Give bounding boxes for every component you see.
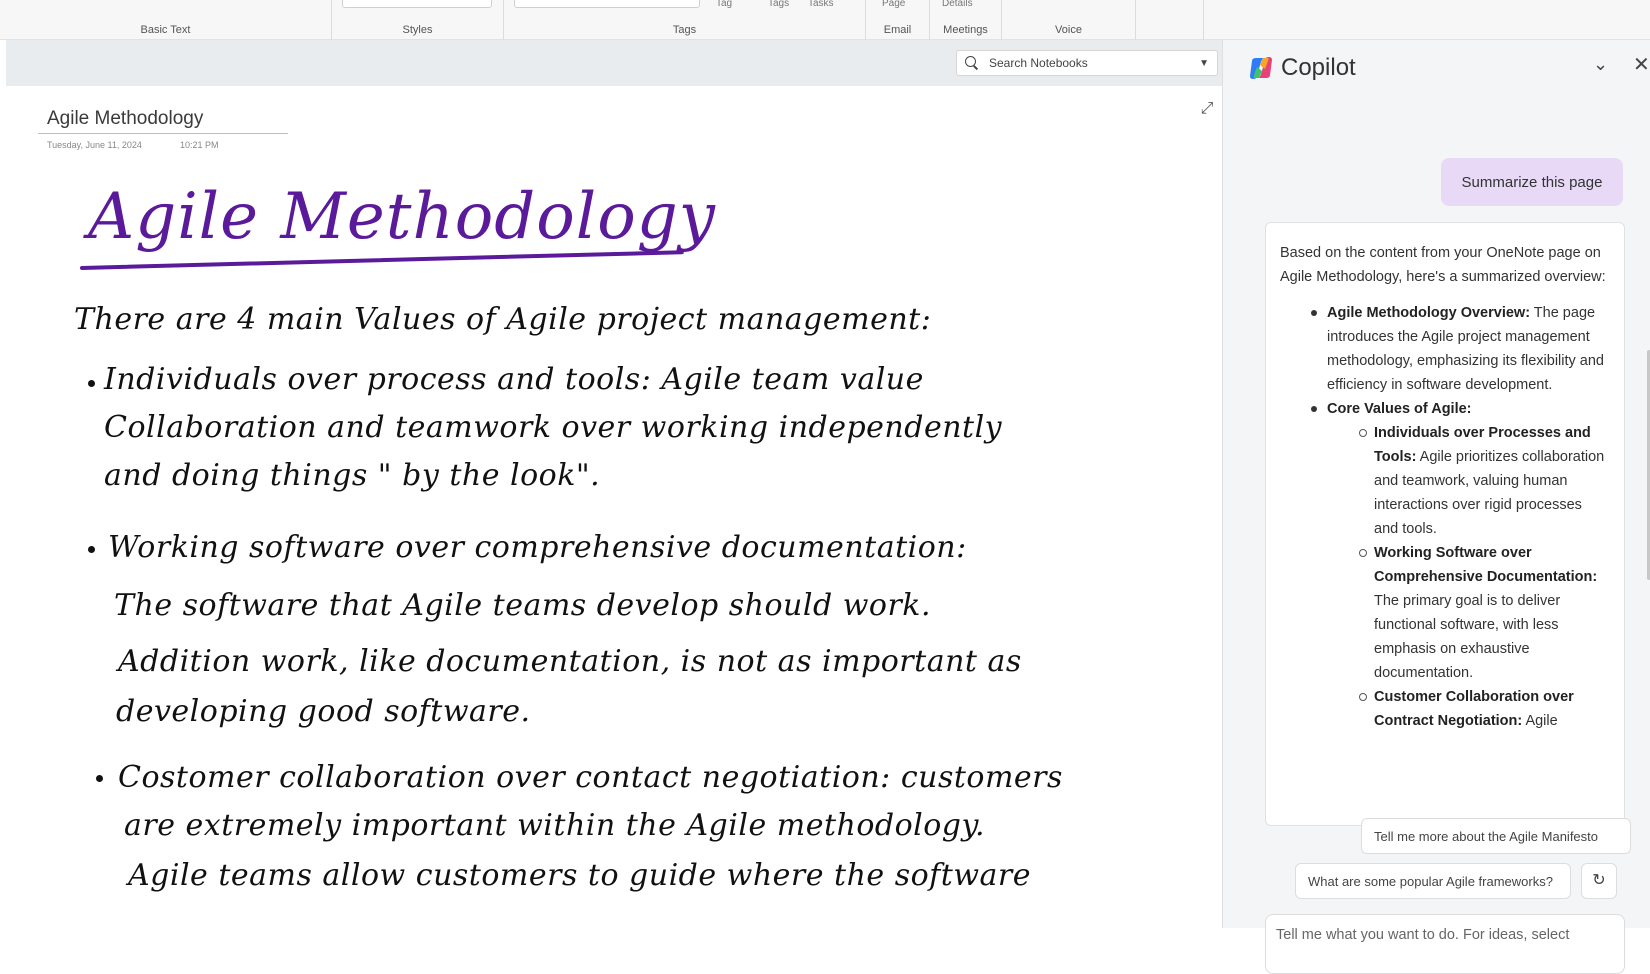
page-time: 10:21 PM [180, 140, 219, 150]
copilot-header: Copilot ⌄ ✕ [1223, 40, 1650, 90]
copilot-input[interactable]: Tell me what you want to do. For ideas, … [1265, 914, 1625, 974]
copilot-response: Based on the content from your OneNote p… [1265, 222, 1625, 826]
copilot-logo-icon [1250, 57, 1272, 79]
tag-button[interactable]: Tag [716, 0, 732, 9]
list-item: Agile Methodology Overview: The page int… [1280, 301, 1610, 397]
page-title[interactable]: Agile Methodology [47, 108, 203, 130]
ribbon-group-label: Meetings [943, 24, 988, 36]
item-heading: Agile Methodology Overview: [1327, 305, 1531, 321]
handwritten-line: developing good software. [116, 694, 531, 729]
handwritten-line: Collaboration and teamwork over working … [104, 410, 1003, 445]
ribbon-group-styles: Styles [332, 0, 504, 40]
bullet-dot [88, 380, 95, 387]
ribbon: Basic Text Styles Tag Tags Tasks Tags Pa… [0, 0, 1650, 40]
close-icon[interactable]: ✕ [1633, 52, 1650, 77]
handwritten-heading: Agile Methodology [88, 180, 716, 254]
refresh-icon[interactable]: ↻ [1581, 863, 1617, 899]
ribbon-group-label: Voice [1055, 24, 1082, 36]
list-item: Customer Collaboration over Contract Neg… [1280, 685, 1610, 733]
ribbon-group-extra [1136, 0, 1204, 40]
ribbon-group-email: Page Email [866, 0, 930, 40]
bullet-dot [88, 546, 95, 553]
handwritten-line: Individuals over process and tools: Agil… [104, 362, 924, 397]
search-notebooks[interactable]: Search Notebooks ▼ [956, 50, 1218, 76]
item-heading: Core Values of Agile: [1327, 401, 1472, 417]
chevron-down-icon[interactable]: ⌄ [1593, 54, 1608, 75]
meeting-details-button[interactable]: Details [942, 0, 973, 9]
tasks-button[interactable]: Tasks [808, 0, 834, 9]
bullet-dot [96, 775, 103, 782]
list-item: Core Values of Agile: [1280, 397, 1610, 421]
ribbon-group-label: Tags [672, 24, 697, 36]
handwritten-line: Agile teams allow customers to guide whe… [128, 858, 1031, 893]
chevron-down-icon[interactable]: ▼ [1199, 58, 1209, 69]
styles-gallery[interactable] [342, 0, 492, 8]
note-canvas[interactable]: Search Notebooks ▼ ⤢ Agile Methodology T… [6, 40, 1222, 928]
handwritten-line: Costomer collaboration over contact nego… [118, 760, 1063, 795]
tags-gallery[interactable] [514, 0, 700, 8]
email-page-button[interactable]: Page [882, 0, 905, 9]
handwritten-line: and doing things " by the look". [104, 458, 601, 493]
copilot-title: Copilot [1281, 54, 1356, 81]
item-heading: Working Software over Comprehensive Docu… [1374, 545, 1598, 585]
page-date: Tuesday, June 11, 2024 [47, 140, 142, 150]
search-input[interactable]: Search Notebooks [989, 56, 1199, 70]
expand-icon[interactable]: ⤢ [1198, 100, 1216, 118]
item-text: Agile [1522, 713, 1558, 729]
ribbon-group-label: Email [883, 24, 912, 36]
response-intro: Based on the content from your OneNote p… [1280, 245, 1606, 285]
handwritten-line: There are 4 main Values of Agile project… [74, 302, 932, 337]
item-text: The primary goal is to deliver functiona… [1374, 593, 1561, 681]
handwritten-line: Working software over comprehensive docu… [108, 530, 967, 565]
title-divider [38, 133, 288, 134]
ribbon-group-label: Basic Text [140, 24, 191, 36]
ribbon-group-label: Styles [402, 24, 433, 36]
ribbon-group-tags: Tag Tags Tasks Tags [504, 0, 866, 40]
ribbon-group-voice: Voice [1002, 0, 1136, 40]
handwritten-line: are extremely important within the Agile… [124, 808, 986, 843]
list-item: Working Software over Comprehensive Docu… [1280, 541, 1610, 685]
response-list: Agile Methodology Overview: The page int… [1280, 301, 1610, 733]
note-topbar: Search Notebooks ▼ [6, 40, 1222, 86]
handwritten-line: The software that Agile teams develop sh… [114, 588, 931, 623]
suggestion-chip[interactable]: Tell me more about the Agile Manifesto [1361, 818, 1631, 854]
suggestion-chip[interactable]: What are some popular Agile frameworks? [1295, 863, 1571, 899]
tags-button[interactable]: Tags [768, 0, 789, 9]
handwritten-line: Addition work, like documentation, is no… [118, 644, 1022, 679]
search-icon [965, 56, 979, 70]
ribbon-group-meetings: Details Meetings [930, 0, 1002, 40]
ribbon-group-basic-text: Basic Text [0, 0, 332, 40]
copilot-panel: Copilot ⌄ ✕ Summarize this page Based on… [1222, 40, 1650, 974]
list-item: Individuals over Processes and Tools: Ag… [1280, 421, 1610, 541]
user-message: Summarize this page [1441, 158, 1623, 206]
